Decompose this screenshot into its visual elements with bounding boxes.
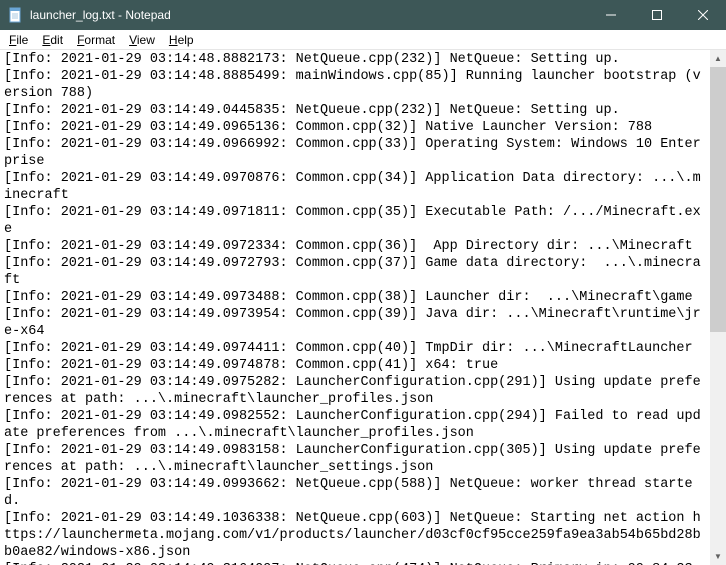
menubar: File Edit Format View Help [0,30,726,50]
text-content[interactable]: [Info: 2021-01-29 03:14:48.8882173: NetQ… [0,50,709,565]
notepad-icon [8,7,24,23]
menu-edit[interactable]: Edit [35,32,70,48]
scroll-down-arrow[interactable]: ▼ [710,548,726,565]
menu-file[interactable]: File [2,32,35,48]
window-controls [588,0,726,30]
scroll-thumb[interactable] [710,67,726,332]
menu-format[interactable]: Format [70,32,122,48]
minimize-button[interactable] [588,0,634,30]
scroll-up-arrow[interactable]: ▲ [710,50,726,67]
close-button[interactable] [680,0,726,30]
titlebar: launcher_log.txt - Notepad [0,0,726,30]
window-title: launcher_log.txt - Notepad [30,8,588,22]
menu-help[interactable]: Help [162,32,201,48]
scroll-track[interactable] [710,67,726,548]
vertical-scrollbar[interactable]: ▲ ▼ [709,50,726,565]
maximize-button[interactable] [634,0,680,30]
editor-area: [Info: 2021-01-29 03:14:48.8882173: NetQ… [0,50,726,565]
menu-view[interactable]: View [122,32,162,48]
